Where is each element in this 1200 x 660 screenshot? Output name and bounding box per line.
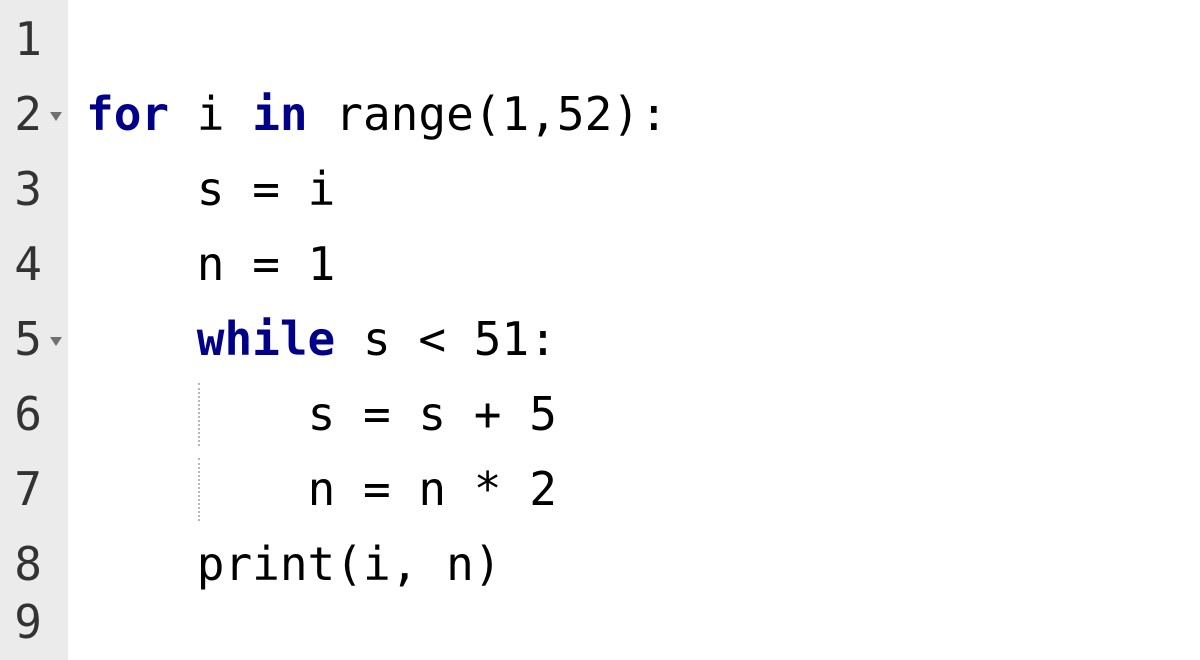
indent-whitespace	[86, 452, 308, 527]
code-token	[225, 77, 253, 152]
code-token: n	[197, 227, 225, 302]
code-token	[501, 452, 529, 527]
indent-whitespace	[86, 377, 308, 452]
code-token: )	[612, 77, 640, 152]
indent-whitespace	[86, 527, 197, 602]
code-token: 1	[308, 227, 336, 302]
code-line[interactable]: n = n * 2	[86, 452, 1200, 527]
code-token: print	[197, 527, 335, 602]
code-token: i	[197, 77, 225, 152]
code-token: *	[474, 452, 502, 527]
line-number: 9	[14, 602, 44, 642]
fold-toggle-icon[interactable]	[50, 112, 62, 121]
code-line[interactable]: s = i	[86, 152, 1200, 227]
line-number: 4	[14, 227, 44, 302]
gutter-row: 5	[8, 302, 62, 377]
code-token: :	[640, 77, 668, 152]
code-token: 52	[557, 77, 612, 152]
code-token: i	[363, 527, 391, 602]
code-token: (	[335, 527, 363, 602]
code-token: =	[252, 152, 280, 227]
code-token: range	[335, 77, 473, 152]
code-token: n	[418, 452, 446, 527]
code-token: while	[197, 302, 335, 377]
code-token	[446, 452, 474, 527]
code-token: ,	[391, 527, 419, 602]
code-token	[446, 377, 474, 452]
code-token: s	[308, 377, 336, 452]
code-area[interactable]: for i in range(1,52): s = i n = 1 while …	[68, 0, 1200, 660]
code-token	[335, 302, 363, 377]
code-token: ,	[529, 77, 557, 152]
code-token: )	[474, 527, 502, 602]
code-token	[418, 527, 446, 602]
gutter-row: 1	[8, 2, 62, 77]
gutter-row: 7	[8, 452, 62, 527]
code-token: i	[308, 152, 336, 227]
code-token	[335, 452, 363, 527]
line-number-gutter: 123456789	[0, 0, 68, 660]
code-token: for	[86, 77, 169, 152]
code-token	[224, 227, 252, 302]
line-number: 7	[14, 452, 44, 527]
code-token: 2	[529, 452, 557, 527]
gutter-row: 6	[8, 377, 62, 452]
code-token	[391, 302, 419, 377]
indent-guide	[198, 383, 200, 446]
indent-whitespace	[86, 227, 197, 302]
code-line[interactable]: n = 1	[86, 227, 1200, 302]
code-editor[interactable]: 123456789 for i in range(1,52): s = i n …	[0, 0, 1200, 660]
code-token	[308, 77, 336, 152]
code-token: 5	[529, 377, 557, 452]
gutter-row: 9	[8, 602, 62, 642]
code-token	[224, 152, 252, 227]
code-token	[501, 377, 529, 452]
code-token: 1	[501, 77, 529, 152]
line-number: 2	[14, 77, 44, 152]
code-token: 51	[474, 302, 529, 377]
code-token: in	[252, 77, 307, 152]
gutter-row: 8	[8, 527, 62, 602]
line-number: 5	[14, 302, 44, 377]
code-token	[280, 152, 308, 227]
code-token	[446, 302, 474, 377]
code-line[interactable]	[86, 2, 1200, 77]
gutter-row: 4	[8, 227, 62, 302]
code-token: n	[446, 527, 474, 602]
code-token: s	[197, 152, 225, 227]
code-token	[391, 452, 419, 527]
line-number: 8	[14, 527, 44, 602]
gutter-row: 3	[8, 152, 62, 227]
code-token: =	[252, 227, 280, 302]
code-token: =	[363, 452, 391, 527]
code-token: (	[474, 77, 502, 152]
line-number: 6	[14, 377, 44, 452]
code-token	[280, 227, 308, 302]
code-token	[169, 77, 197, 152]
code-line[interactable]: for i in range(1,52):	[86, 77, 1200, 152]
indent-whitespace	[86, 302, 197, 377]
code-token: +	[474, 377, 502, 452]
code-token: <	[418, 302, 446, 377]
indent-whitespace	[86, 152, 197, 227]
code-token	[335, 377, 363, 452]
code-token: :	[529, 302, 557, 377]
code-line[interactable]: while s < 51:	[86, 302, 1200, 377]
line-number: 3	[14, 152, 44, 227]
code-line[interactable]: print(i, n)	[86, 527, 1200, 602]
code-token	[391, 377, 419, 452]
gutter-row: 2	[8, 77, 62, 152]
code-token: s	[418, 377, 446, 452]
code-token: =	[363, 377, 391, 452]
code-token: n	[308, 452, 336, 527]
code-line[interactable]: s = s + 5	[86, 377, 1200, 452]
indent-guide	[198, 458, 200, 521]
code-token: s	[363, 302, 391, 377]
fold-toggle-icon[interactable]	[50, 337, 62, 346]
line-number: 1	[14, 2, 44, 77]
